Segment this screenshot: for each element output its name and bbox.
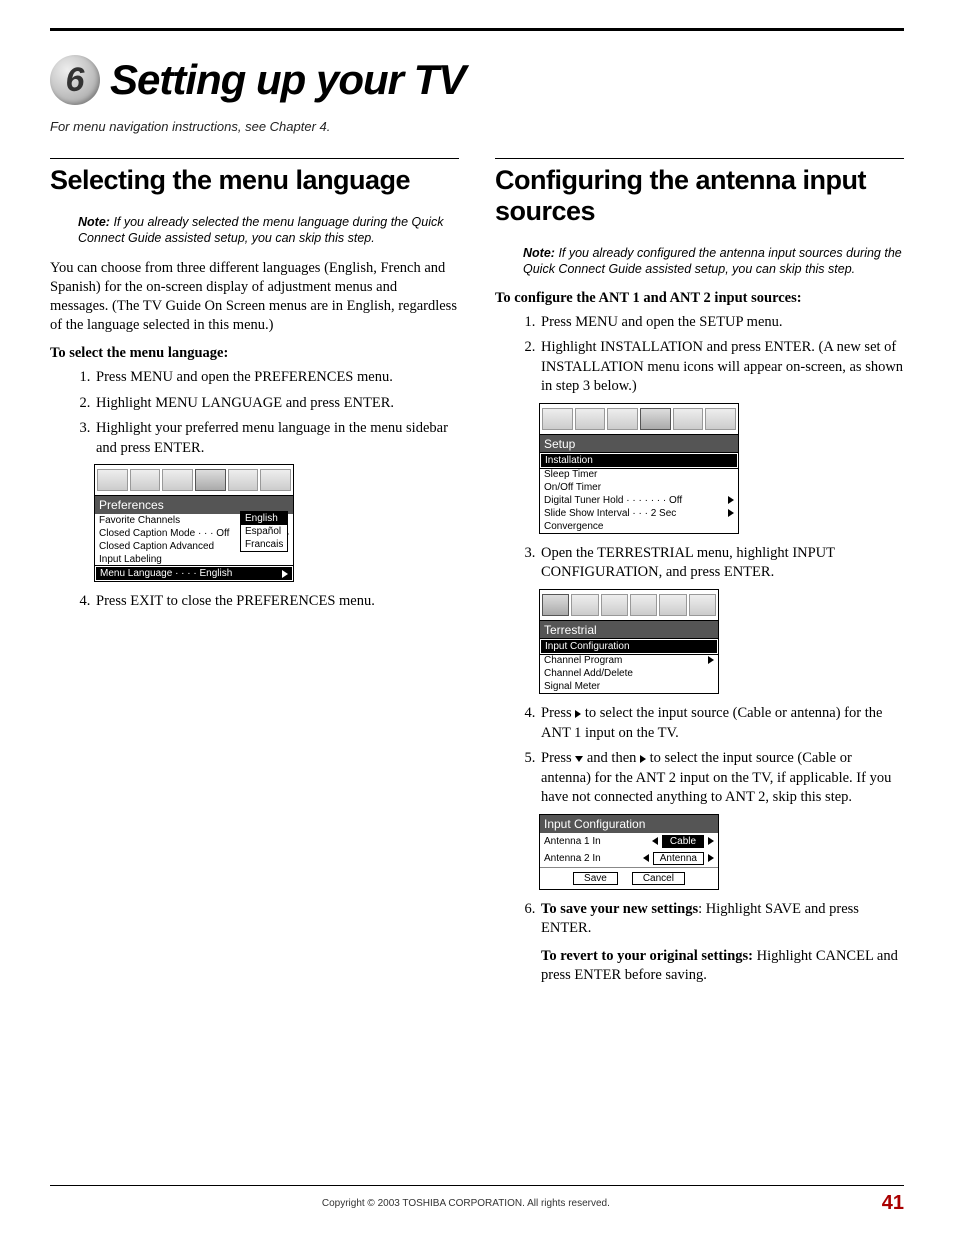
right-column: Configuring the antenna input sources No… [495, 158, 904, 992]
osd-title: Input Configuration [540, 815, 718, 833]
left-column: Selecting the menu language Note: If you… [50, 158, 459, 992]
arrow-right-icon [728, 496, 734, 504]
osd-row: Antenna 1 In Cable [540, 833, 718, 850]
step-5: Press and then to select the input sourc… [539, 749, 904, 808]
osd-tab-icon [607, 408, 638, 430]
osd-row: On/Off Timer [540, 481, 738, 494]
osd-icon-row [540, 590, 718, 621]
osd-tab-icon [542, 594, 569, 616]
arrow-right-icon [708, 854, 714, 862]
osd-row-selected: Installation [540, 453, 738, 468]
osd-tab-icon [228, 469, 259, 491]
step-2: Highlight INSTALLATION and press ENTER. … [539, 338, 904, 397]
osd-tab-icon [630, 594, 657, 616]
osd-tab-icon [542, 408, 573, 430]
arrow-right-icon [708, 837, 714, 845]
subhead-left: To select the menu language: [50, 345, 459, 362]
subhead-right: To configure the ANT 1 and ANT 2 input s… [495, 290, 904, 307]
arrow-right-icon [708, 656, 714, 664]
osd-value: Antenna [653, 852, 704, 865]
section-heading-right: Configuring the antenna input sources [495, 165, 904, 227]
arrow-left-icon [652, 837, 658, 845]
osd-icon-row [95, 465, 293, 496]
osd-row: Signal Meter [540, 680, 718, 693]
osd-tab-icon [673, 408, 704, 430]
osd-tab-icon [195, 469, 226, 491]
osd-tab-icon [689, 594, 716, 616]
osd-title: Terrestrial [540, 621, 718, 639]
osd-row: Sleep Timer [540, 468, 738, 481]
step-3: Open the TERRESTRIAL menu, highlight INP… [539, 544, 904, 583]
note-right: Note: If you already configured the ante… [523, 245, 904, 278]
osd-row: Channel Program [540, 654, 718, 667]
note-label: Note: [523, 246, 555, 260]
osd-row-selected: Menu Language · · · · English [95, 566, 293, 581]
steps-left-cont: Press EXIT to close the PREFERENCES menu… [94, 592, 459, 612]
arrow-right-icon [282, 570, 288, 578]
step-6: To save your new settings: Highlight SAV… [539, 900, 904, 986]
chapter-number-badge: 6 [50, 55, 100, 105]
osd-tab-icon [130, 469, 161, 491]
steps-right: Press MENU and open the SETUP menu. High… [539, 313, 904, 397]
page-footer: Copyright © 2003 TOSHIBA CORPORATION. Al… [50, 1185, 904, 1215]
osd-input-configuration: Input Configuration Antenna 1 In Cable A… [539, 814, 719, 890]
popup-option: English [241, 512, 287, 525]
steps-right-45: Press to select the input source (Cable … [539, 704, 904, 808]
osd-tab-icon [571, 594, 598, 616]
osd-row: Input Labeling [95, 553, 293, 566]
osd-row: Antenna 2 In Antenna [540, 850, 718, 867]
note-text: If you already configured the antenna in… [523, 246, 902, 276]
popup-option: Español [241, 525, 287, 538]
osd-row-selected: Input Configuration [540, 639, 718, 654]
step-1: Press MENU and open the SETUP menu. [539, 313, 904, 333]
section-heading-left: Selecting the menu language [50, 165, 459, 196]
note-label: Note: [78, 215, 110, 229]
osd-title: Setup [540, 435, 738, 453]
osd-cancel-button: Cancel [632, 872, 685, 885]
arrow-left-icon [643, 854, 649, 862]
osd-tab-icon [97, 469, 128, 491]
steps-left: Press MENU and open the PREFERENCES menu… [94, 368, 459, 458]
step-4: Press to select the input source (Cable … [539, 704, 904, 743]
osd-tab-icon [575, 408, 606, 430]
osd-setup: Setup Installation Sleep Timer On/Off Ti… [539, 403, 739, 534]
note-text: If you already selected the menu languag… [78, 215, 444, 245]
osd-tab-icon [601, 594, 628, 616]
step-4: Press EXIT to close the PREFERENCES menu… [94, 592, 459, 612]
osd-tab-icon [260, 469, 291, 491]
page-number: 41 [882, 1192, 904, 1215]
osd-row: Channel Add/Delete [540, 667, 718, 680]
nav-instructions: For menu navigation instructions, see Ch… [50, 119, 904, 134]
osd-tab-icon [640, 408, 671, 430]
steps-right-3: Open the TERRESTRIAL menu, highlight INP… [539, 544, 904, 583]
copyright: Copyright © 2003 TOSHIBA CORPORATION. Al… [50, 1198, 882, 1209]
osd-value-selected: Cable [662, 835, 704, 848]
step-1: Press MENU and open the PREFERENCES menu… [94, 368, 459, 388]
osd-row: Convergence [540, 520, 738, 533]
step-6b-bold: To revert to your original settings: [541, 948, 753, 964]
step-6a-bold: To save your new settings [541, 901, 698, 917]
chapter-title: Setting up your TV [110, 56, 465, 104]
popup-option: Francais [241, 538, 287, 551]
top-rule [50, 28, 904, 31]
osd-save-button: Save [573, 872, 618, 885]
osd-tab-icon [705, 408, 736, 430]
chapter-header: 6 Setting up your TV [50, 55, 904, 105]
osd-row: Digital Tuner Hold · · · · · · · Off [540, 494, 738, 507]
osd-tab-icon [659, 594, 686, 616]
osd-language-popup: English Español Francais [240, 511, 288, 552]
note-left: Note: If you already selected the menu l… [78, 214, 459, 247]
step-3: Highlight your preferred menu language i… [94, 419, 459, 458]
osd-preferences: Preferences Favorite Channels Closed Cap… [94, 464, 294, 582]
steps-right-6: To save your new settings: Highlight SAV… [539, 900, 904, 986]
osd-icon-row [540, 404, 738, 435]
osd-tab-icon [162, 469, 193, 491]
arrow-right-icon [728, 509, 734, 517]
intro-paragraph: You can choose from three different lang… [50, 259, 459, 336]
osd-row: Slide Show Interval · · · 2 Sec [540, 507, 738, 520]
step-2: Highlight MENU LANGUAGE and press ENTER. [94, 394, 459, 414]
osd-terrestrial: Terrestrial Input Configuration Channel … [539, 589, 719, 694]
